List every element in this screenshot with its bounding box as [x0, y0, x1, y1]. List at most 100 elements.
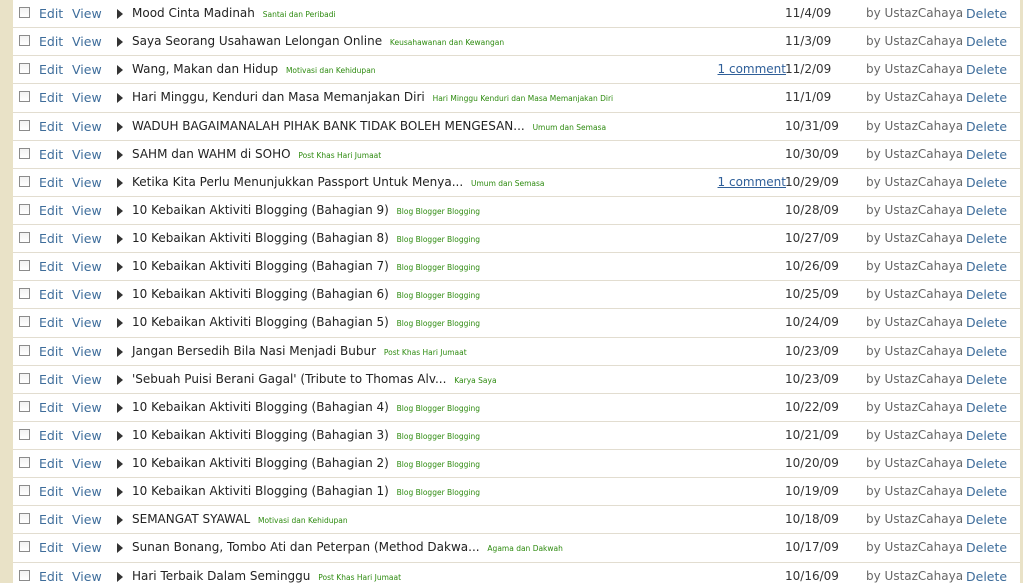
delete-link[interactable]: Delete [966, 309, 1007, 336]
post-labels[interactable]: Motivasi dan Kehidupan [286, 66, 376, 75]
post-title[interactable]: 10 Kebaikan Aktiviti Blogging (Bahagian … [132, 456, 389, 470]
edit-link[interactable]: Edit [39, 169, 63, 196]
view-link[interactable]: View [72, 56, 102, 83]
post-labels[interactable]: Blog Blogger Blogging [397, 263, 480, 272]
select-checkbox[interactable] [19, 35, 30, 47]
edit-link[interactable]: Edit [39, 0, 63, 27]
select-checkbox[interactable] [19, 288, 30, 300]
delete-link[interactable]: Delete [966, 169, 1007, 196]
select-checkbox[interactable] [19, 485, 30, 497]
edit-link[interactable]: Edit [39, 113, 63, 140]
view-link[interactable]: View [72, 0, 102, 27]
expand-arrow-icon[interactable] [117, 121, 123, 132]
expand-arrow-icon[interactable] [117, 459, 123, 469]
expand-arrow-icon[interactable] [117, 402, 123, 413]
expand-arrow-icon[interactable] [117, 543, 123, 554]
post-title[interactable]: 10 Kebaikan Aktiviti Blogging (Bahagian … [132, 484, 389, 498]
select-checkbox[interactable] [19, 119, 30, 131]
delete-link[interactable]: Delete [966, 422, 1007, 449]
post-labels[interactable]: Hari Minggu Kenduri dan Masa Memanjakan … [433, 94, 614, 103]
select-checkbox[interactable] [19, 203, 30, 215]
post-title[interactable]: 10 Kebaikan Aktiviti Blogging (Bahagian … [132, 287, 389, 301]
post-title[interactable]: WADUH BAGAIMANALAH PIHAK BANK TIDAK BOLE… [132, 119, 525, 133]
edit-link[interactable]: Edit [39, 225, 63, 252]
post-labels[interactable]: Blog Blogger Blogging [397, 488, 480, 497]
delete-link[interactable]: Delete [966, 28, 1007, 55]
view-link[interactable]: View [72, 281, 102, 308]
post-labels[interactable]: Post Khas Hari Jumaat [318, 573, 401, 582]
post-title[interactable]: Sunan Bonang, Tombo Ati dan Peterpan (Me… [132, 540, 480, 554]
delete-link[interactable]: Delete [966, 563, 1007, 583]
expand-arrow-icon[interactable] [117, 234, 123, 244]
select-checkbox[interactable] [19, 232, 30, 243]
delete-link[interactable]: Delete [966, 253, 1007, 280]
view-link[interactable]: View [72, 478, 102, 505]
edit-link[interactable]: Edit [39, 534, 63, 561]
select-checkbox[interactable] [19, 569, 30, 581]
select-checkbox[interactable] [19, 400, 30, 412]
view-link[interactable]: View [72, 534, 102, 561]
post-title[interactable]: 'Sebuah Puisi Berani Gagal' (Tribute to … [132, 372, 446, 386]
view-link[interactable]: View [72, 28, 102, 55]
edit-link[interactable]: Edit [39, 394, 63, 421]
edit-link[interactable]: Edit [39, 141, 63, 168]
delete-link[interactable]: Delete [966, 225, 1007, 252]
view-link[interactable]: View [72, 225, 102, 252]
post-labels[interactable]: Blog Blogger Blogging [397, 460, 480, 469]
expand-arrow-icon[interactable] [117, 149, 123, 160]
view-link[interactable]: View [72, 113, 102, 140]
delete-link[interactable]: Delete [966, 394, 1007, 421]
post-labels[interactable]: Agama dan Dakwah [487, 544, 562, 553]
edit-link[interactable]: Edit [39, 506, 63, 533]
edit-link[interactable]: Edit [39, 28, 63, 55]
view-link[interactable]: View [72, 366, 102, 393]
delete-link[interactable]: Delete [966, 366, 1007, 393]
post-labels[interactable]: Blog Blogger Blogging [397, 207, 480, 216]
post-title[interactable]: 10 Kebaikan Aktiviti Blogging (Bahagian … [132, 400, 389, 414]
delete-link[interactable]: Delete [966, 197, 1007, 224]
edit-link[interactable]: Edit [39, 366, 63, 393]
edit-link[interactable]: Edit [39, 84, 63, 111]
select-checkbox[interactable] [19, 63, 30, 75]
post-title[interactable]: Jangan Bersedih Bila Nasi Menjadi Bubur [132, 344, 376, 358]
expand-arrow-icon[interactable] [117, 205, 123, 216]
view-link[interactable]: View [72, 141, 102, 168]
delete-link[interactable]: Delete [966, 450, 1007, 477]
select-checkbox[interactable] [19, 428, 30, 440]
post-title[interactable]: Hari Minggu, Kenduri dan Masa Memanjakan… [132, 90, 425, 104]
expand-arrow-icon[interactable] [117, 571, 123, 582]
delete-link[interactable]: Delete [966, 113, 1007, 140]
select-checkbox[interactable] [19, 7, 30, 18]
post-title[interactable]: 10 Kebaikan Aktiviti Blogging (Bahagian … [132, 428, 389, 442]
post-title[interactable]: 10 Kebaikan Aktiviti Blogging (Bahagian … [132, 231, 389, 245]
edit-link[interactable]: Edit [39, 197, 63, 224]
expand-arrow-icon[interactable] [117, 430, 123, 441]
expand-arrow-icon[interactable] [117, 65, 123, 76]
post-labels[interactable]: Blog Blogger Blogging [397, 291, 480, 300]
expand-arrow-icon[interactable] [117, 93, 123, 104]
expand-arrow-icon[interactable] [117, 515, 123, 526]
edit-link[interactable]: Edit [39, 478, 63, 505]
expand-arrow-icon[interactable] [117, 37, 123, 48]
post-title[interactable]: Hari Terbaik Dalam Seminggu [132, 569, 310, 583]
delete-link[interactable]: Delete [966, 0, 1007, 27]
edit-link[interactable]: Edit [39, 338, 63, 365]
delete-link[interactable]: Delete [966, 338, 1007, 365]
post-title[interactable]: 10 Kebaikan Aktiviti Blogging (Bahagian … [132, 259, 389, 273]
select-checkbox[interactable] [19, 372, 30, 384]
expand-arrow-icon[interactable] [117, 318, 123, 329]
view-link[interactable]: View [72, 394, 102, 421]
edit-link[interactable]: Edit [39, 281, 63, 308]
delete-link[interactable]: Delete [966, 534, 1007, 561]
post-title[interactable]: 10 Kebaikan Aktiviti Blogging (Bahagian … [132, 315, 389, 329]
post-labels[interactable]: Post Khas Hari Jumaat [384, 348, 467, 357]
post-title[interactable]: Saya Seorang Usahawan Lelongan Online [132, 34, 382, 48]
comment-count-link[interactable]: 1 comment [718, 169, 786, 196]
expand-arrow-icon[interactable] [117, 177, 123, 188]
post-labels[interactable]: Santai dan Peribadi [263, 10, 336, 19]
select-checkbox[interactable] [19, 147, 30, 159]
expand-arrow-icon[interactable] [117, 487, 123, 498]
view-link[interactable]: View [72, 84, 102, 111]
select-checkbox[interactable] [19, 344, 30, 356]
view-link[interactable]: View [72, 338, 102, 365]
